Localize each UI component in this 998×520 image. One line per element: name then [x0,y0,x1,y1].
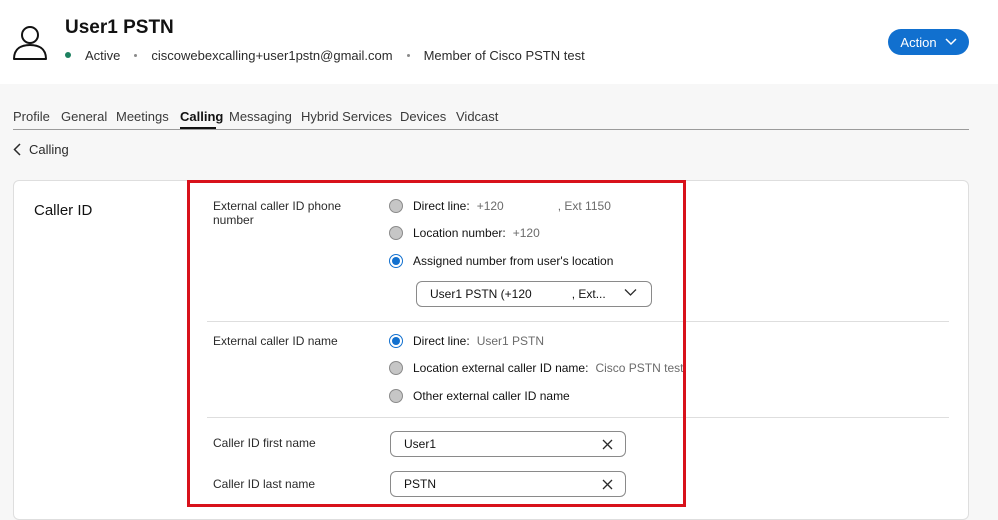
radio-direct-line-number[interactable]: Direct line: +120 , Ext 1150 [389,199,611,213]
membership-text: Member of Cisco PSTN test [423,47,585,63]
chevron-down-icon [624,289,637,296]
radio-other-external-name[interactable]: Other external caller ID name [389,389,570,403]
external-phone-label: External caller ID phone number [213,199,342,227]
action-button-label: Action [900,34,937,50]
clear-icon[interactable] [602,439,613,450]
card-title: Caller ID [34,202,93,219]
last-name-input[interactable]: PSTN [390,471,626,497]
separator-dot-icon [134,53,138,57]
user-avatar-icon [13,26,47,60]
radio-button[interactable] [389,226,403,240]
tab-calling[interactable]: Calling [180,109,223,124]
clear-icon[interactable] [602,479,613,490]
external-name-label: External caller ID name [213,334,338,348]
back-link-label: Calling [29,142,69,157]
tab-messaging[interactable]: Messaging [229,109,292,124]
user-meta: Active ciscowebexcalling+user1pstn@gmail… [65,47,585,63]
tab-profile[interactable]: Profile [13,109,50,124]
first-name-input[interactable]: User1 [390,431,626,457]
status-active-icon [65,52,71,58]
active-tab-indicator [180,127,216,129]
user-header: User1 PSTN Active ciscowebexcalling+user… [0,0,998,84]
tab-general[interactable]: General [61,109,107,124]
radio-button[interactable] [389,199,403,213]
radio-location-external-name[interactable]: Location external caller ID name: Cisco … [389,361,683,375]
assigned-number-select[interactable]: User1 PSTN (+120 , Ext... [416,281,652,307]
separator-dot-icon [406,53,410,57]
radio-button[interactable] [389,361,403,375]
user-name: User1 PSTN [65,17,174,38]
back-link[interactable]: Calling [13,142,69,157]
tab-vidcast[interactable]: Vidcast [456,109,498,124]
radio-direct-line-name[interactable]: Direct line: User1 PSTN [389,334,544,348]
radio-button[interactable] [389,389,403,403]
last-name-label: Caller ID last name [213,477,316,491]
action-button[interactable]: Action [888,29,969,55]
radio-assigned-number[interactable]: Assigned number from user's location [389,254,613,268]
tab-hybrid-services[interactable]: Hybrid Services [301,109,392,124]
tab-devices[interactable]: Devices [400,109,446,124]
radio-button-selected[interactable] [389,334,403,348]
status-text: Active [85,47,121,63]
section-divider [207,417,949,418]
radio-button-selected[interactable] [389,254,403,268]
chevron-left-icon [13,143,21,156]
tab-meetings[interactable]: Meetings [116,109,169,124]
user-email: ciscowebexcalling+user1pstn@gmail.com [151,47,393,63]
radio-location-number[interactable]: Location number: +120 [389,226,540,240]
section-divider [207,321,949,322]
tab-bar: Profile General Meetings Calling Messagi… [13,100,969,130]
chevron-down-icon [945,38,957,46]
first-name-label: Caller ID first name [213,436,316,450]
